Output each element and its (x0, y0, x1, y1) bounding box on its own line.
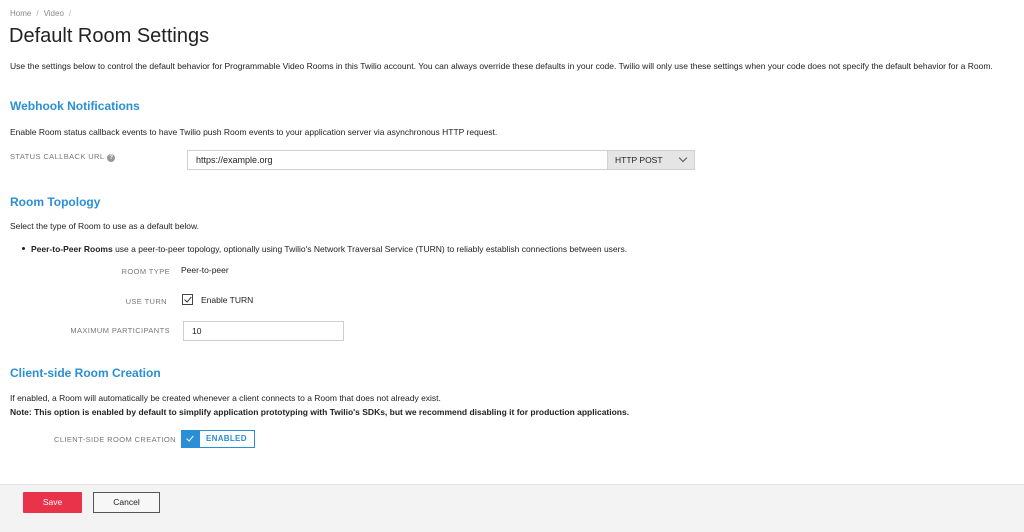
status-callback-label-text: STATUS CALLBACK URL (10, 152, 105, 161)
room-type-label: ROOM TYPE (121, 267, 170, 276)
intro-text: Use the settings below to control the de… (10, 61, 993, 71)
check-icon (186, 433, 194, 442)
save-button[interactable]: Save (23, 492, 82, 513)
status-callback-url-input[interactable]: https://example.org (187, 150, 607, 170)
http-method-select[interactable]: HTTP POST (607, 150, 695, 170)
help-icon[interactable]: ? (107, 154, 116, 162)
breadcrumb-separator: / (36, 9, 39, 18)
webhook-section-title: Webhook Notifications (10, 99, 140, 113)
breadcrumb-separator: / (68, 9, 72, 18)
page-title: Default Room Settings (9, 25, 210, 47)
peer-to-peer-text: use a peer-to-peer topology, optionally … (112, 244, 628, 254)
cancel-button[interactable]: Cancel (93, 492, 160, 513)
client-side-creation-label: CLIENT-SIDE ROOM CREATION (54, 435, 176, 444)
status-callback-label: STATUS CALLBACK URL? (10, 152, 116, 162)
client-side-note: Note: This option is enabled by default … (10, 407, 630, 417)
max-participants-input[interactable]: 10 (183, 321, 344, 341)
chevron-down-icon (678, 153, 688, 163)
breadcrumb-video[interactable]: Video (44, 9, 64, 18)
peer-to-peer-bold: Peer-to-Peer Rooms (31, 244, 113, 254)
check-icon (184, 294, 192, 303)
toggle-label: ENABLED (206, 434, 247, 443)
client-side-creation-toggle[interactable]: ENABLED (181, 430, 255, 448)
enable-turn-checkbox[interactable] (182, 294, 193, 305)
enable-turn-label[interactable]: Enable TURN (201, 295, 253, 305)
toggle-check-box (182, 431, 200, 447)
peer-to-peer-bullet: Peer-to-Peer Rooms use a peer-to-peer to… (22, 244, 627, 254)
bullet-dot (22, 247, 25, 250)
breadcrumb: Home / Video / (10, 9, 76, 18)
topology-section-title: Room Topology (10, 195, 101, 209)
http-method-value: HTTP POST (615, 155, 663, 165)
client-side-section-title: Client-side Room Creation (10, 366, 161, 380)
topology-description: Select the type of Room to use as a defa… (10, 221, 200, 231)
client-side-description: If enabled, a Room will automatically be… (10, 393, 441, 403)
use-turn-label: USE TURN (125, 297, 167, 306)
max-participants-label: MAXIMUM PARTICIPANTS (70, 326, 170, 335)
webhook-description: Enable Room status callback events to ha… (10, 127, 498, 137)
breadcrumb-home[interactable]: Home (10, 9, 31, 18)
room-type-value: Peer-to-peer (181, 265, 229, 275)
